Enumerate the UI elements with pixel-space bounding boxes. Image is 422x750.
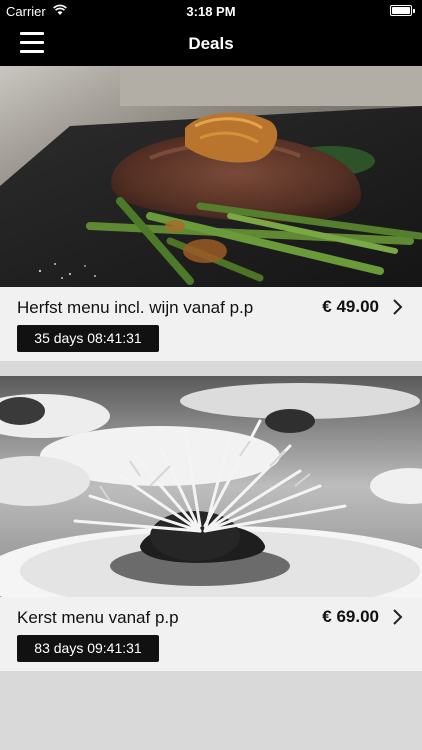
chevron-right-icon[interactable] — [391, 608, 403, 626]
status-time: 3:18 PM — [186, 4, 236, 19]
page-title: Deals — [188, 34, 234, 53]
deal-image-plated-dish[interactable] — [0, 376, 422, 597]
status-bar: Carrier 3:18 PM — [0, 0, 422, 22]
chevron-right-icon[interactable] — [391, 298, 403, 316]
deal-footer: Herfst menu incl. wijn vanaf p.p € 49.00… — [0, 287, 422, 361]
deal-title: Herfst menu incl. wijn vanaf p.p — [17, 298, 254, 317]
deal-card[interactable]: Kerst menu vanaf p.p € 69.00 83 days 09:… — [0, 376, 422, 671]
deal-price: € 49.00 — [322, 297, 379, 316]
deal-price: € 69.00 — [322, 607, 379, 626]
deal-title: Kerst menu vanaf p.p — [17, 608, 179, 627]
deal-card[interactable]: Herfst menu incl. wijn vanaf p.p € 49.00… — [0, 66, 422, 361]
battery-icon — [390, 5, 415, 16]
deal-footer: Kerst menu vanaf p.p € 69.00 83 days 09:… — [0, 597, 422, 671]
navigation-bar: Deals — [0, 22, 422, 66]
countdown-badge: 83 days 09:41:31 — [17, 635, 159, 662]
deal-image-steak[interactable] — [0, 66, 422, 287]
countdown-badge: 35 days 08:41:31 — [17, 325, 159, 352]
